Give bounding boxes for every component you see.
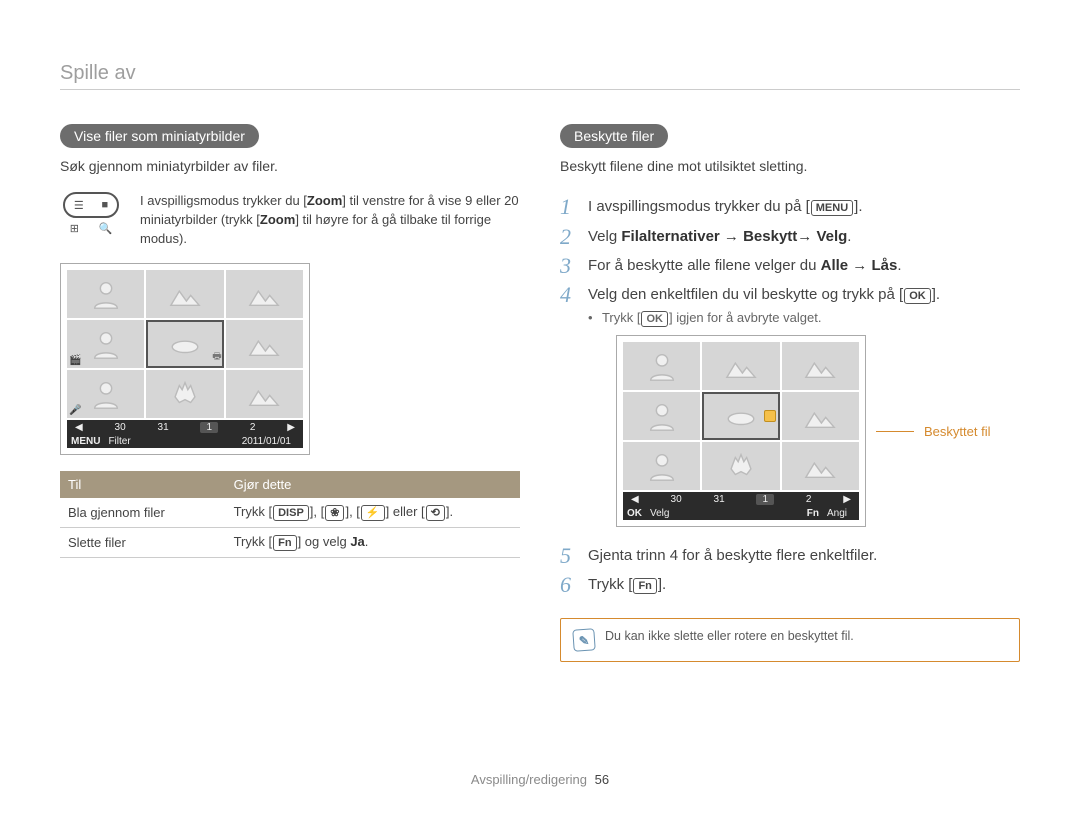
thumb-r-selected	[702, 392, 779, 440]
thumb-r8	[702, 442, 779, 490]
ok-button-glyph: OK	[904, 288, 931, 304]
page: Spille av Vise filer som miniatyrbilder …	[0, 0, 1080, 662]
callout-line	[876, 431, 914, 432]
step-1: I avspillingsmodus trykker du på [MENU].	[560, 192, 1020, 222]
right-intro: Beskytt filene dine mot utilsiktet slett…	[560, 158, 1020, 174]
thumbnail-screen-left: 🎬 🖶 🎤 ◀ 30 31 1 2 ▶ MENU Filter	[60, 263, 310, 455]
note-box: ✎ Du kan ikke slette eller rotere en bes…	[560, 618, 1020, 662]
zoom-toggle-icon: ☰ ■ ⊞ 🔍	[60, 192, 122, 235]
left-intro: Søk gjennom miniatyrbilder av filer.	[60, 158, 520, 174]
thumb-r1	[623, 342, 700, 390]
thumb-9	[226, 370, 303, 418]
prev-icon: ◀	[631, 494, 639, 505]
th-to: Til	[60, 471, 226, 498]
thumb-8	[146, 370, 223, 418]
thumbnail-screen-right: ◀ 30 31 1 2 ▶ OK Velg	[616, 335, 866, 527]
disp-button-glyph: DISP	[273, 505, 309, 521]
fn-button-glyph: Fn	[633, 578, 656, 594]
thumb-r2	[702, 342, 779, 390]
table-row: Slette filer Trykk [Fn] og velg Ja.	[60, 527, 520, 557]
next-icon: ▶	[843, 494, 851, 505]
prev-icon: ◀	[75, 422, 83, 433]
macro-button-glyph: ❀	[325, 505, 344, 521]
left-heading-pill: Vise filer som miniatyrbilder	[60, 124, 259, 148]
section-title: Spille av	[60, 62, 1020, 85]
thumb-6	[226, 320, 303, 368]
note-text: Du kan ikke slette eller rotere en besky…	[605, 629, 854, 643]
flash-button-glyph: ⚡	[361, 505, 385, 521]
page-footer: Avspilling/redigering 56	[0, 772, 1080, 787]
next-icon: ▶	[287, 422, 295, 433]
thumb-1	[67, 270, 144, 318]
step-4: Velg den enkeltfilen du vil beskytte og …	[560, 280, 1020, 541]
menu-button-glyph: MENU	[811, 200, 853, 216]
step-6: Trykk [Fn].	[560, 570, 1020, 600]
thumb-4: 🎬	[67, 320, 144, 368]
timer-button-glyph: ⟲	[426, 505, 445, 521]
actions-table: Til Gjør dette Bla gjennom filer Trykk […	[60, 471, 520, 558]
thumb-statusbar-right: OK Velg Fn Angi	[623, 507, 859, 520]
step-3: For å beskytte alle filene velger du All…	[560, 251, 1020, 280]
note-icon: ✎	[572, 628, 595, 651]
thumb-3	[226, 270, 303, 318]
thumb-pager-right: ◀ 30 31 1 2 ▶	[623, 492, 859, 507]
table-row: Bla gjennom filer Trykk [DISP], [❀], [⚡]…	[60, 498, 520, 528]
thumb-2	[146, 270, 223, 318]
thumb-r3	[782, 342, 859, 390]
thumb-7: 🎤	[67, 370, 144, 418]
title-rule	[60, 89, 1020, 90]
audio-icon: 🎤	[69, 405, 81, 416]
lock-icon	[764, 410, 776, 422]
video-icon: 🎬	[69, 355, 81, 366]
ok-button-glyph: OK	[641, 311, 668, 327]
print-icon: 🖶	[212, 349, 221, 366]
step-5: Gjenta trinn 4 for å beskytte flere enke…	[560, 541, 1020, 570]
th-do: Gjør dette	[226, 471, 520, 498]
thumb-selected: 🖶	[146, 320, 223, 368]
steps-list: I avspillingsmodus trykker du på [MENU].…	[560, 192, 1020, 600]
thumb-r7	[623, 442, 700, 490]
thumb-r4	[623, 392, 700, 440]
thumb-r6	[782, 392, 859, 440]
zoom-instruction-row: ☰ ■ ⊞ 🔍 I avspilligsmodus trykker du [Zo…	[60, 192, 520, 249]
step-2: Velg Filalternativer → Beskytt→ Velg.	[560, 222, 1020, 251]
step-4-bullet: Trykk [OK] igjen for å avbryte valget.	[588, 310, 1020, 327]
thumb-statusbar-left: MENU Filter 2011/01/01	[67, 435, 303, 448]
thumb-r9	[782, 442, 859, 490]
zoom-instruction-text: I avspilligsmodus trykker du [Zoom] til …	[140, 192, 520, 249]
thumb-pager-left: ◀ 30 31 1 2 ▶	[67, 420, 303, 435]
callout-label: Beskyttet fil	[924, 424, 990, 439]
right-heading-pill: Beskytte filer	[560, 124, 668, 148]
fn-button-glyph: Fn	[273, 535, 296, 551]
